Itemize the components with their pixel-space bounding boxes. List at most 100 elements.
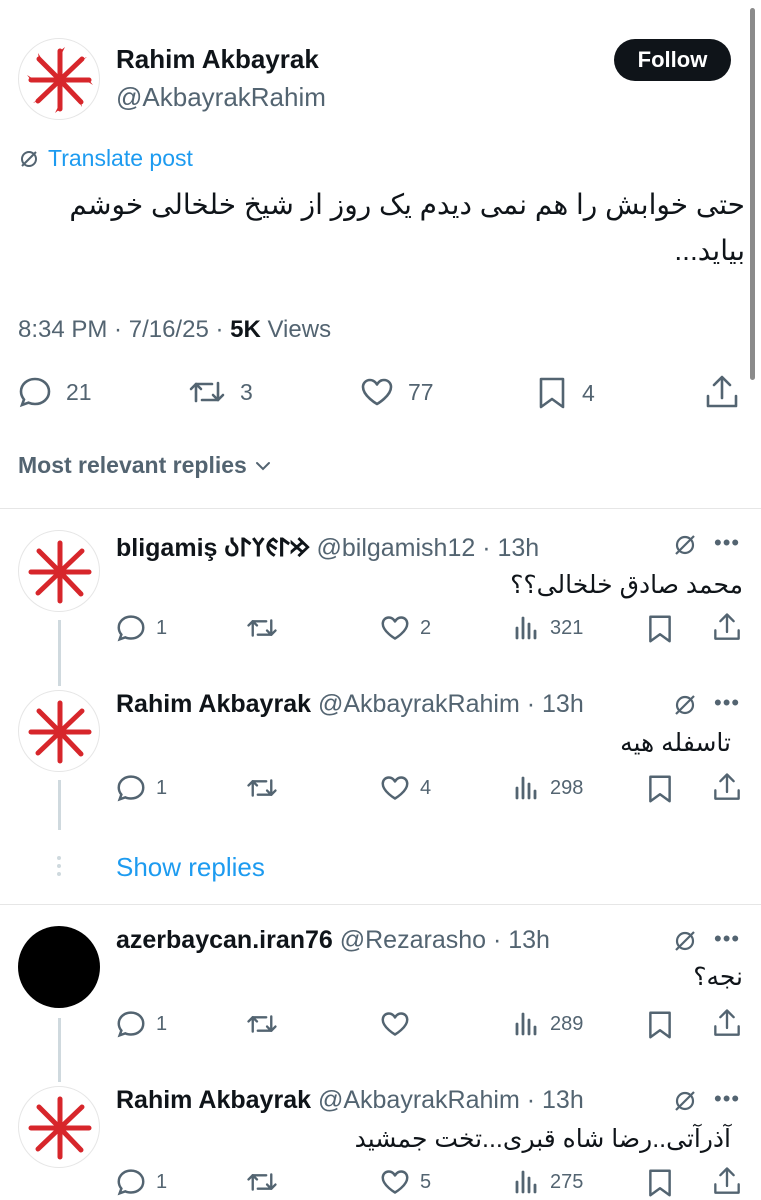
like-icon bbox=[381, 776, 409, 800]
views-icon bbox=[515, 776, 537, 800]
share-icon[interactable] bbox=[712, 1008, 742, 1038]
reply-count: 1 bbox=[156, 616, 168, 639]
reply-text: تاسفله هیه bbox=[620, 729, 731, 757]
chevron-down-icon bbox=[255, 461, 270, 470]
like-button[interactable]: 5 bbox=[380, 1168, 431, 1196]
like-button[interactable] bbox=[380, 1010, 420, 1038]
reply-icon bbox=[117, 775, 145, 802]
views-button[interactable]: 321 bbox=[512, 614, 583, 642]
reply-button[interactable]: 1 bbox=[116, 614, 167, 642]
post-date[interactable]: 7/16/25 bbox=[129, 316, 209, 343]
thread-line bbox=[58, 1018, 61, 1082]
like-count: 77 bbox=[408, 378, 434, 405]
bookmark-icon[interactable] bbox=[646, 614, 674, 644]
repost-button[interactable] bbox=[246, 774, 288, 802]
translate-post-link[interactable]: Translate post bbox=[18, 145, 193, 172]
reply-header: Rahim Akbayrak @AkbayrakRahim · 13h bbox=[116, 690, 584, 719]
reply-avatar[interactable] bbox=[18, 530, 100, 612]
reply-button[interactable]: 21 bbox=[18, 376, 92, 408]
reply-avatar[interactable] bbox=[18, 690, 100, 772]
views-button[interactable]: 289 bbox=[512, 1010, 583, 1038]
thread-line bbox=[58, 780, 61, 830]
replies-sort-dropdown[interactable]: Most relevant replies bbox=[18, 452, 273, 479]
reply-time[interactable]: 13h bbox=[542, 690, 584, 718]
logo-icon bbox=[28, 540, 92, 604]
reply-author-handle[interactable]: @AkbayrakRahim bbox=[318, 1086, 520, 1114]
reply-time[interactable]: 13h bbox=[508, 926, 550, 954]
reply-header: Rahim Akbayrak @AkbayrakRahim · 13h bbox=[116, 1086, 584, 1115]
meta-separator: · bbox=[475, 534, 498, 562]
divider bbox=[0, 904, 761, 905]
reply-icon bbox=[117, 615, 145, 642]
share-icon[interactable] bbox=[712, 612, 742, 642]
repost-button[interactable] bbox=[246, 1010, 288, 1038]
share-button[interactable] bbox=[704, 374, 740, 410]
reply-author-handle[interactable]: @Rezarasho bbox=[340, 926, 486, 954]
like-button[interactable]: 2 bbox=[380, 614, 431, 642]
views-icon bbox=[515, 1012, 537, 1036]
views-icon bbox=[515, 616, 537, 640]
translate-icon bbox=[21, 150, 37, 167]
meta-separator: · bbox=[208, 316, 231, 343]
reply-author-name[interactable]: azerbaycan.iran76 bbox=[116, 926, 333, 954]
views-count: 298 bbox=[550, 776, 584, 799]
author-handle[interactable]: @AkbayrakRahim bbox=[116, 82, 326, 113]
reply-time[interactable]: 13h bbox=[498, 534, 540, 562]
author-name[interactable]: Rahim Akbayrak bbox=[116, 44, 319, 75]
post-actions: 21 3 77 4 bbox=[0, 370, 761, 414]
reply-avatar[interactable] bbox=[18, 926, 100, 1008]
more-icon[interactable]: ••• bbox=[714, 530, 740, 556]
reply-text: نجه؟ bbox=[693, 963, 743, 991]
scrollbar[interactable] bbox=[750, 8, 755, 380]
views-button[interactable]: 275 bbox=[512, 1168, 583, 1196]
bookmark-button[interactable]: 4 bbox=[536, 376, 595, 410]
reply-author-name[interactable]: bligamiş 𐰢𐰃𐰏𐰠𐰃𐰉 bbox=[116, 534, 310, 562]
author-avatar[interactable] bbox=[18, 38, 100, 120]
thread-line bbox=[58, 620, 61, 686]
repost-button[interactable] bbox=[246, 1168, 288, 1196]
reply-avatar[interactable] bbox=[18, 1086, 100, 1168]
logo-icon bbox=[28, 1096, 92, 1160]
like-icon bbox=[361, 378, 393, 406]
grok-icon[interactable] bbox=[672, 692, 698, 718]
repost-button[interactable]: 3 bbox=[188, 376, 253, 408]
more-icon[interactable]: ••• bbox=[714, 926, 740, 952]
bookmark-icon[interactable] bbox=[646, 1168, 674, 1198]
meta-separator: · bbox=[519, 690, 543, 718]
grok-icon[interactable] bbox=[672, 532, 698, 558]
bookmark-icon[interactable] bbox=[646, 774, 674, 804]
reply-button[interactable]: 1 bbox=[116, 1010, 167, 1038]
reply-text: آذرآتی..رضا شاه قبری...تخت جمشید bbox=[354, 1125, 731, 1153]
views-count: 321 bbox=[550, 616, 584, 639]
show-replies-link[interactable]: Show replies bbox=[116, 852, 265, 883]
divider bbox=[0, 508, 761, 509]
like-count: 4 bbox=[420, 776, 432, 799]
more-icon[interactable]: ••• bbox=[714, 690, 740, 716]
post-time[interactable]: 8:34 PM bbox=[18, 316, 107, 343]
reply-author-name[interactable]: Rahim Akbayrak bbox=[116, 1086, 311, 1114]
repost-button[interactable] bbox=[246, 614, 288, 642]
bookmark-icon[interactable] bbox=[646, 1010, 674, 1040]
reply-button[interactable]: 1 bbox=[116, 1168, 167, 1196]
logo-icon bbox=[27, 47, 93, 113]
reply-header: azerbaycan.iran76 @Rezarasho · 13h bbox=[116, 926, 550, 955]
reply-icon bbox=[117, 1169, 145, 1196]
reply-time[interactable]: 13h bbox=[542, 1086, 584, 1114]
more-icon[interactable]: ••• bbox=[714, 1086, 740, 1112]
reply-button[interactable]: 1 bbox=[116, 774, 167, 802]
views-count: 289 bbox=[550, 1012, 584, 1035]
share-icon[interactable] bbox=[712, 772, 742, 802]
grok-icon[interactable] bbox=[672, 1088, 698, 1114]
reply-author-handle[interactable]: @AkbayrakRahim bbox=[318, 690, 520, 718]
reply-count: 1 bbox=[156, 1170, 168, 1193]
like-button[interactable]: 77 bbox=[360, 376, 434, 408]
translate-label: Translate post bbox=[48, 145, 193, 171]
bookmark-icon bbox=[539, 377, 565, 409]
views-button[interactable]: 298 bbox=[512, 774, 583, 802]
grok-icon[interactable] bbox=[672, 928, 698, 954]
follow-button[interactable]: Follow bbox=[614, 39, 731, 81]
reply-author-handle[interactable]: @bilgamish12 bbox=[316, 534, 475, 562]
share-icon[interactable] bbox=[712, 1166, 742, 1196]
like-button[interactable]: 4 bbox=[380, 774, 431, 802]
reply-author-name[interactable]: Rahim Akbayrak bbox=[116, 690, 311, 718]
